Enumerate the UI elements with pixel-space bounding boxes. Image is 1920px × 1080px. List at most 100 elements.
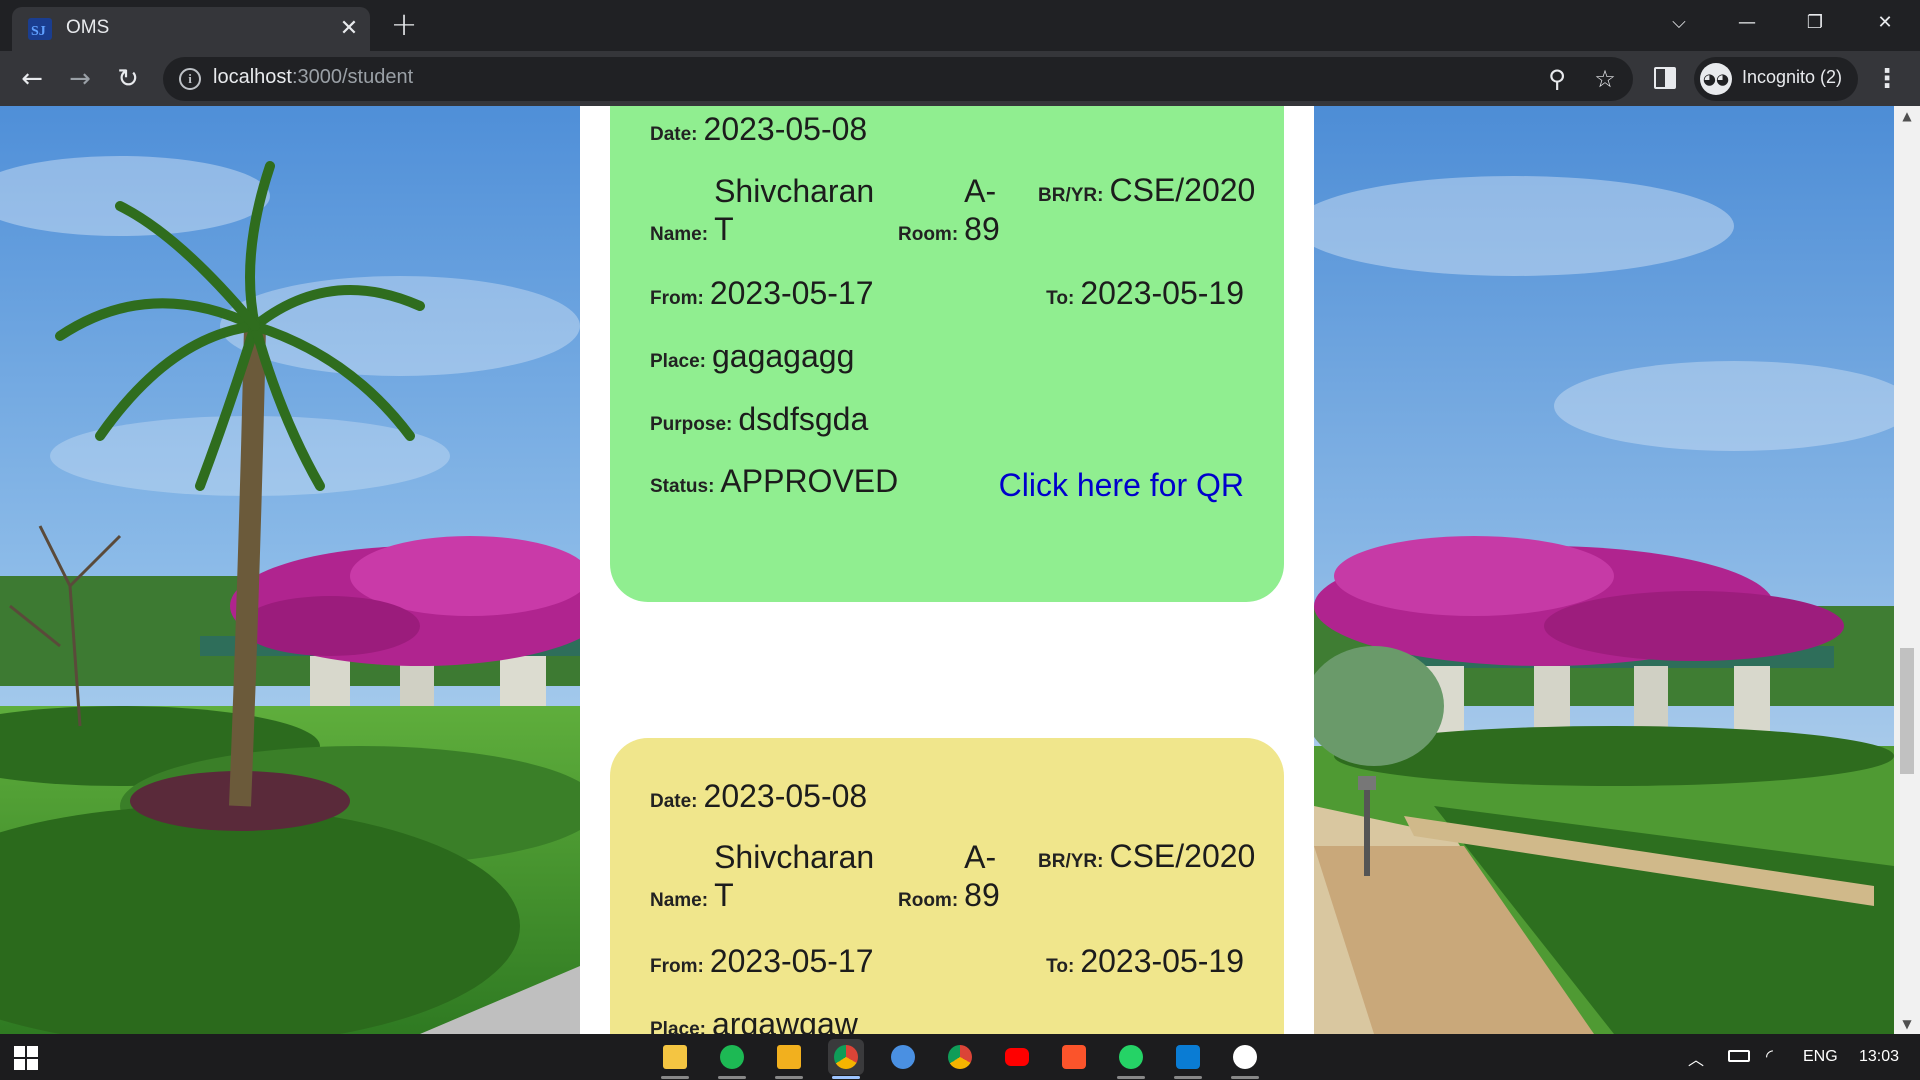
outpass-card: Date: 2023-05-08 Name:Shivcharan T Room:A-… [610,738,1284,1034]
restore-button[interactable]: ❐ [1792,6,1838,40]
background-image-right [1314,106,1894,1034]
place-label: Place: [650,351,706,372]
status-label: Status: [650,476,715,497]
bryr-label: BR/YR: [1038,185,1104,206]
name-field: Name:Shivcharan T [650,838,874,914]
place-value: gagagagg [711,338,855,374]
language-indicator[interactable]: ENG [1803,1048,1838,1066]
room-field: Room:A- 89 [898,838,1000,914]
qr-link[interactable]: Click here for QR [999,467,1244,504]
from-value: 2023-05-17 [709,275,874,311]
close-window-button[interactable]: ✕ [1862,6,1908,40]
vscode-icon[interactable] [1170,1039,1206,1079]
back-arrow-icon[interactable]: ← [14,61,50,97]
brave-icon[interactable] [1056,1039,1092,1075]
reload-icon[interactable]: ↻ [110,61,146,97]
date-value: 2023-05-08 [703,111,868,147]
address-bar[interactable]: i localhost:3000/student ⚲ ☆ [163,57,1633,101]
bryr-field: BR/YR: CSE/2020 [1038,172,1255,209]
side-panel-icon[interactable] [1654,67,1676,89]
tray-chevron-icon[interactable]: ︿ [1688,1046,1704,1070]
tab-title: OMS [66,17,110,38]
bryr-field: BR/YR: CSE/2020 [1038,838,1255,875]
from-field: From: 2023-05-17 [650,275,874,312]
minimize-button[interactable]: — [1724,6,1770,40]
outpass-card: Date: 2023-05-08 Name:Shivcharan T Room:A-… [610,106,1284,602]
status-field: Status: APPROVED [650,463,898,500]
date-label: Date: [650,791,698,812]
spotify-icon[interactable] [714,1039,750,1079]
bryr-value: CSE/2020 [1109,172,1256,208]
tab-search-icon[interactable]: ⌵ [1656,6,1702,40]
purpose-value: dsdfsgda [738,401,869,437]
scroll-down-arrow-icon[interactable]: ▼ [1894,1014,1920,1034]
background-image-left [0,106,580,1034]
from-label: From: [650,956,704,977]
page-viewport: Date: 2023-05-08 Name:Shivcharan T Room:A-… [0,106,1894,1034]
to-value: 2023-05-19 [1080,275,1244,311]
browser-tab[interactable]: SJ OMS ✕ [12,7,370,51]
from-field: From: 2023-05-17 [650,943,874,980]
room-label: Room: [898,224,959,245]
place-label: Place: [650,1019,706,1034]
room-value: A- 89 [964,839,1000,913]
purpose-field: Purpose: dsdfsgda [650,401,868,438]
purpose-label: Purpose: [650,414,733,435]
name-field: Name:Shivcharan T [650,172,874,248]
to-label: To: [1046,956,1075,977]
windows-start-icon[interactable] [14,1046,38,1070]
from-label: From: [650,288,704,309]
incognito-label: Incognito (2) [1742,67,1843,87]
forward-arrow-icon[interactable]: → [62,61,98,97]
new-tab-button[interactable]: + [388,8,420,41]
chrome-icon[interactable] [828,1039,864,1079]
place-field: Place: argawgaw [650,1006,858,1034]
date-field: Date: 2023-05-08 [650,111,867,148]
youtube-icon[interactable] [999,1039,1035,1075]
room-field: Room:A- 89 [898,172,1000,248]
incognito-icon: ◕◕ [1700,63,1732,95]
bryr-label: BR/YR: [1038,851,1104,872]
date-value: 2023-05-08 [703,778,868,814]
chrome-menu-icon[interactable]: ⋮ [1872,63,1902,95]
name-label: Name: [650,224,709,245]
to-label: To: [1046,288,1075,309]
place-field: Place: gagagagg [650,338,854,375]
browser-titlebar: SJ OMS ✕ + ⌵ — ❐ ✕ [0,0,1920,51]
status-value: APPROVED [720,463,899,499]
bryr-value: CSE/2020 [1109,838,1256,874]
oms-favicon-icon: SJ [28,18,52,40]
zoom-icon[interactable]: ⚲ [1543,65,1571,93]
site-info-icon[interactable]: i [179,68,201,90]
browser-toolbar: ← → ↻ i localhost:3000/student ⚲ ☆ ◕◕ In… [0,51,1920,106]
clock[interactable]: 13:03 [1859,1048,1899,1066]
place-value: argawgaw [711,1006,858,1034]
tab-close-icon[interactable]: ✕ [336,16,362,42]
bookmark-star-icon[interactable]: ☆ [1591,65,1619,93]
wifi-icon[interactable]: ◜ [1766,1046,1773,1067]
to-value: 2023-05-19 [1080,943,1244,979]
whatsapp-icon[interactable] [1113,1039,1149,1079]
outpass-list: Date: 2023-05-08 Name:Shivcharan T Room:A-… [580,106,1314,1034]
to-field: To: 2023-05-19 [1046,275,1244,312]
windows-taskbar: ︿ ◜ ENG 13:03 [0,1034,1920,1080]
file-explorer-icon[interactable] [657,1039,693,1079]
name-value: Shivcharan T [714,173,875,247]
chrome-profile-icon[interactable] [942,1039,978,1075]
room-label: Room: [898,890,959,911]
app-icon[interactable] [771,1039,807,1079]
spotify-alt-icon[interactable] [885,1039,921,1075]
scrollbar-thumb[interactable] [1900,648,1914,774]
url-text[interactable]: localhost:3000/student [213,66,413,89]
to-field: To: 2023-05-19 [1046,943,1244,980]
svg-text:SJ: SJ [31,24,46,39]
from-value: 2023-05-17 [709,943,874,979]
incognito-profile-button[interactable]: ◕◕ Incognito (2) [1694,57,1858,101]
page-scrollbar[interactable]: ▲ ▼ [1894,106,1920,1034]
date-label: Date: [650,124,698,145]
mongodb-compass-icon[interactable] [1227,1039,1263,1079]
room-value: A- 89 [964,173,1000,247]
scroll-up-arrow-icon[interactable]: ▲ [1894,106,1920,126]
date-field: Date: 2023-05-08 [650,778,867,815]
battery-icon[interactable] [1728,1050,1750,1062]
